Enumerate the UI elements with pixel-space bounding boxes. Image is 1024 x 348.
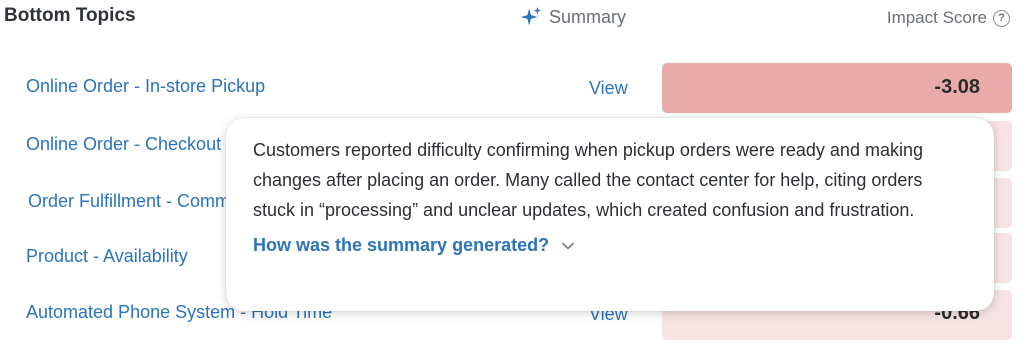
impact-score-label: Impact Score [886,8,987,27]
sparkle-icon [520,6,542,26]
topic-link[interactable]: Online Order - Checkout [26,134,221,155]
section-title: Bottom Topics [4,5,136,26]
summary-text: Customers reported difficulty confirming… [253,140,923,220]
view-link[interactable]: View [589,78,628,99]
impact-bar: -3.08 [662,63,1012,113]
summary-header: Summary [520,6,626,28]
summary-generation-label[interactable]: How was the summary generated? [253,235,549,256]
summary-label: Summary [549,6,627,27]
chevron-down-icon[interactable] [561,239,575,253]
summary-generation-link[interactable]: How was the summary generated? [253,235,968,256]
topic-row: Online Order - In-store Pickup View -3.0… [0,63,1024,119]
summary-popover: Customers reported difficulty confirming… [226,118,994,311]
impact-score-value: -3.08 [934,76,980,98]
help-icon[interactable]: ? [993,9,1010,27]
topic-link[interactable]: Online Order - In-store Pickup [26,76,265,97]
topic-link[interactable]: Product - Availability [26,246,188,267]
impact-score-header: Impact Score ? [887,8,1010,28]
